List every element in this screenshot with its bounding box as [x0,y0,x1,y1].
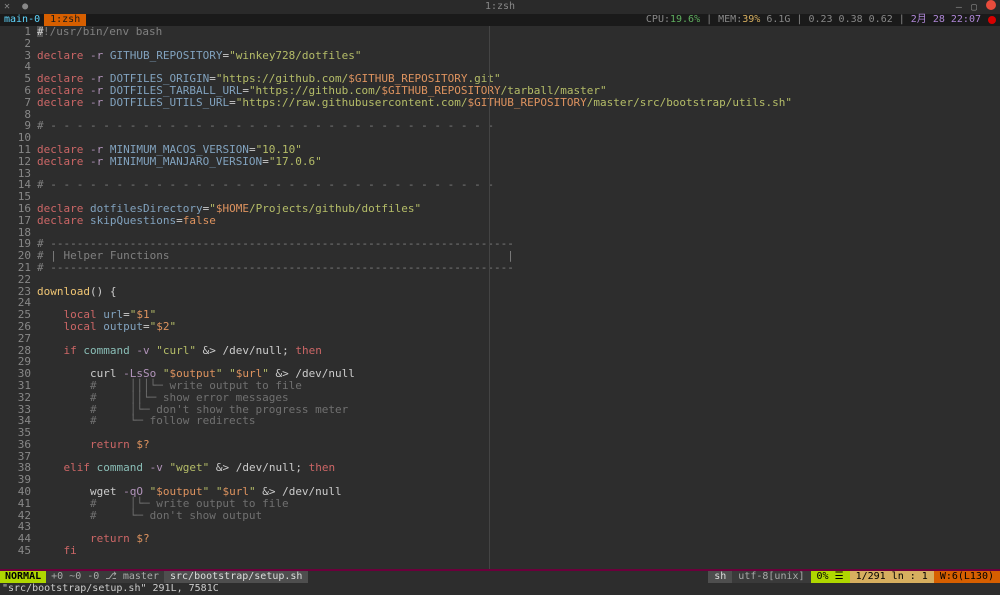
line-number: 26 [0,321,31,333]
line-number: 12 [0,156,31,168]
line-number: 27 [0,333,31,345]
code-line[interactable]: # └─ don't show output [37,510,1000,522]
code-line[interactable]: # - - - - - - - - - - - - - - - - - - - … [37,179,1000,191]
filename: src/bootstrap/setup.sh [164,571,308,583]
window-titlebar: ✕ ● 1:zsh — ▢ [0,0,1000,14]
datetime: 2月 28 22:07 [908,14,984,26]
line-number: 21 [0,262,31,274]
line-number: 6 [0,85,31,97]
code-area[interactable]: #!/usr/bin/env bash declare -r GITHUB_REP… [37,26,1000,571]
vertical-split[interactable] [489,26,490,571]
line-number: 11 [0,144,31,156]
mode-indicator: NORMAL [0,571,46,583]
line-number-gutter: 1234567891011121314151617181920212223242… [0,26,37,571]
load-avg: 0.23 0.38 0.62 [805,14,895,26]
message-line: "src/bootstrap/setup.sh" 291L, 7581C [0,583,1000,595]
filetype: sh [708,571,732,583]
line-number: 45 [0,545,31,557]
code-line[interactable]: declare -r MINIMUM_MANJARO_VERSION="17.0… [37,156,1000,168]
line-number: 31 [0,380,31,392]
code-line[interactable] [37,427,1000,439]
encoding: utf-8[unix] [732,571,810,583]
code-line[interactable]: fi [37,545,1000,557]
lint-warning: W:6(L130) [934,571,1000,583]
line-number: 22 [0,274,31,286]
code-line[interactable] [37,274,1000,286]
cpu-stat: CPU:19.6% [643,14,703,26]
maximize-icon[interactable]: ▢ [971,2,977,14]
code-line[interactable]: return $? [37,533,1000,545]
code-line[interactable]: local output="$2" [37,321,1000,333]
vim-statusline: NORMAL +0 ~0 -0 ⎇ master src/bootstrap/s… [0,571,1000,583]
code-line[interactable]: declare -r GITHUB_REPOSITORY="winkey728/… [37,50,1000,62]
editor-area[interactable]: 1234567891011121314151617181920212223242… [0,26,1000,571]
git-status: +0 ~0 -0 ⎇ master [46,571,164,583]
mem-stat: MEM:39% 6.1G [715,14,793,26]
percent: 0% ☰ [811,571,850,583]
line-number: 41 [0,498,31,510]
code-line[interactable]: #!/usr/bin/env bash [37,26,1000,38]
line-number: 16 [0,203,31,215]
code-line[interactable]: return $? [37,439,1000,451]
code-line[interactable]: download() { [37,286,1000,298]
window-title: 1:zsh [485,1,515,13]
line-number: 36 [0,439,31,451]
minimize-icon[interactable]: — [956,2,962,14]
close-window-icon[interactable]: ✕ [4,1,10,12]
line-number: 2 [0,38,31,50]
code-line[interactable]: declare skipQuestions=false [37,215,1000,227]
code-line[interactable]: elif command -v "wget" &> /dev/null; the… [37,462,1000,474]
code-line[interactable] [37,297,1000,309]
code-line[interactable]: local url="$1" [37,309,1000,321]
line-number: 7 [0,97,31,109]
code-line[interactable]: if command -v "curl" &> /dev/null; then [37,345,1000,357]
code-line[interactable]: declare -r DOTFILES_UTILS_URL="https://r… [37,97,1000,109]
position: 1/291 ln : 1 [850,571,934,583]
code-line[interactable]: # --------------------------------------… [37,262,1000,274]
line-number: 32 [0,392,31,404]
status-dot-icon [988,16,996,24]
close-button[interactable] [986,0,996,10]
line-number: 17 [0,215,31,227]
code-line[interactable]: # └─ follow redirects [37,415,1000,427]
code-line[interactable]: # - - - - - - - - - - - - - - - - - - - … [37,120,1000,132]
code-line[interactable] [37,521,1000,533]
